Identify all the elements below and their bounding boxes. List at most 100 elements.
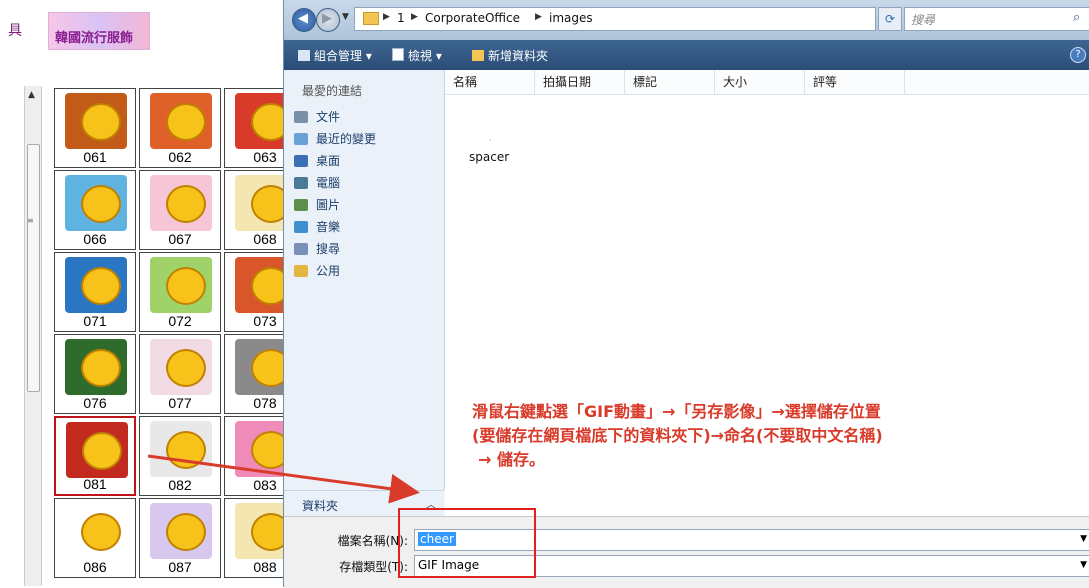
emoticon-face-icon (81, 267, 121, 305)
file-item-spacer[interactable]: spacer (469, 150, 509, 164)
column-name[interactable]: 名稱 (445, 70, 535, 94)
search-input[interactable]: 搜尋 ⌕ (904, 7, 1089, 31)
forward-button[interactable]: ▶ (316, 8, 340, 32)
emoticon-image (150, 257, 212, 313)
shop-banner[interactable]: 韓國流行服飾 (48, 12, 150, 50)
emoticon-face-icon (81, 349, 121, 387)
emoticon-face-icon (166, 349, 206, 387)
nav-item-5[interactable]: 音樂 (294, 218, 340, 238)
emoticon-face-icon (166, 267, 206, 305)
new-folder-icon (472, 50, 484, 61)
emoticon-number: 086 (83, 559, 107, 575)
emoticon-066[interactable]: 066 (54, 170, 136, 250)
history-dropdown-icon[interactable]: ▼ (342, 12, 349, 22)
emoticon-number: 066 (83, 231, 107, 247)
column-rating[interactable]: 評等 (805, 70, 905, 94)
views-icon (392, 48, 404, 61)
emoticon-image (150, 421, 212, 477)
page-scrollbar[interactable]: ▲ ≡ (24, 86, 42, 586)
emoticon-number: 082 (168, 477, 192, 493)
breadcrumb-separator-icon[interactable]: ▶ (383, 12, 390, 22)
instruction-line-1: 滑鼠右鍵點選「GIF動畫」→「另存影像」→選擇儲存位置 (472, 402, 881, 421)
emoticon-number: 062 (168, 149, 192, 165)
emoticon-face-icon (81, 103, 121, 141)
instruction-line-2: (要儲存在網頁檔底下的資料夾下)→命名(不要取中文名稱) (472, 426, 883, 445)
nav-item-label: 最近的變更 (316, 132, 377, 146)
nav-item-label: 搜尋 (316, 242, 341, 256)
scroll-up-icon[interactable]: ▲ (28, 90, 35, 100)
nav-item-4[interactable]: 圖片 (294, 196, 340, 216)
emoticon-number: 081 (83, 476, 107, 492)
nav-item-label: 音樂 (316, 220, 341, 234)
back-arrow-icon: ◀ (298, 11, 308, 26)
breadcrumb-corporateoffice[interactable]: CorporateOffice (425, 11, 520, 25)
views-label: 檢視 (408, 49, 433, 63)
nav-item-0[interactable]: 文件 (294, 108, 340, 128)
file-icon: · (489, 136, 492, 145)
navigation-pane: 最愛的連結 文件 最近的變更 桌面 電腦 圖片 音樂 搜尋 公用 (284, 70, 445, 490)
emoticon-086[interactable]: 086 (54, 498, 136, 578)
help-button[interactable]: ? (1070, 47, 1086, 63)
highlight-box (398, 508, 536, 578)
breadcrumb-separator-icon[interactable]: ▶ (411, 12, 418, 22)
nav-item-label: 公用 (316, 264, 341, 278)
views-button[interactable]: 檢視 ▾ (392, 47, 442, 64)
breadcrumb-separator-icon[interactable]: ▶ (535, 12, 542, 22)
nav-item-6[interactable]: 搜尋 (294, 240, 340, 260)
file-type-dropdown-icon[interactable]: ▼ (1080, 560, 1087, 570)
emoticon-number: 072 (168, 313, 192, 329)
column-date-taken[interactable]: 拍攝日期 (535, 70, 625, 94)
banner-text: 韓國流行服飾 (55, 31, 134, 46)
nav-item-3[interactable]: 電腦 (294, 174, 340, 194)
emoticon-076[interactable]: 076 (54, 334, 136, 414)
emoticon-image (65, 339, 127, 395)
emoticon-062[interactable]: 062 (139, 88, 221, 168)
emoticon-number: 071 (83, 313, 107, 329)
organize-label: 組合管理 (314, 49, 363, 63)
emoticon-image (65, 503, 127, 559)
new-folder-label: 新增資料夾 (488, 49, 549, 63)
folder-icon (363, 12, 379, 25)
nav-item-icon (294, 133, 308, 145)
emoticon-number: 076 (83, 395, 107, 411)
breadcrumb-images[interactable]: images (549, 11, 593, 25)
emoticon-image (65, 175, 127, 231)
column-size[interactable]: 大小 (715, 70, 805, 94)
nav-item-label: 文件 (316, 110, 341, 124)
emoticon-082[interactable]: 082 (139, 416, 221, 496)
new-folder-button[interactable]: 新增資料夾 (472, 47, 548, 64)
emoticon-image (150, 93, 212, 149)
side-label: 具 (8, 23, 22, 39)
emoticon-071[interactable]: 071 (54, 252, 136, 332)
refresh-button[interactable]: ⟳ (878, 7, 902, 31)
nav-item-icon (294, 199, 308, 211)
nav-item-2[interactable]: 桌面 (294, 152, 340, 172)
back-button[interactable]: ◀ (292, 8, 316, 32)
file-name-dropdown-icon[interactable]: ▼ (1080, 534, 1087, 544)
column-tags[interactable]: 標記 (625, 70, 715, 94)
emoticon-image (150, 175, 212, 231)
nav-item-icon (294, 243, 308, 255)
nav-item-label: 桌面 (316, 154, 341, 168)
organize-button[interactable]: 組合管理 ▾ (298, 47, 372, 64)
emoticon-face-icon (166, 513, 206, 551)
emoticon-067[interactable]: 067 (139, 170, 221, 250)
emoticon-number: 087 (168, 559, 192, 575)
address-bar-area: ◀ ▶ ▼ ▶ 1 ▶ CorporateOffice ▶ images ▼ ⟳… (284, 0, 1089, 40)
emoticon-077[interactable]: 077 (139, 334, 221, 414)
nav-item-7[interactable]: 公用 (294, 262, 340, 282)
address-field[interactable]: ▶ 1 ▶ CorporateOffice ▶ images ▼ (354, 7, 928, 31)
emoticon-number: 067 (168, 231, 192, 247)
search-icon[interactable]: ⌕ (1073, 10, 1080, 25)
emoticon-081[interactable]: 081 (54, 416, 136, 496)
emoticon-072[interactable]: 072 (139, 252, 221, 332)
save-as-dialog: ◀ ▶ ▼ ▶ 1 ▶ CorporateOffice ▶ images ▼ ⟳… (283, 0, 1089, 588)
emoticon-face-icon (81, 513, 121, 551)
scroll-thumb[interactable] (27, 144, 40, 392)
folders-label: 資料夾 (302, 499, 339, 513)
organize-icon (298, 50, 310, 61)
nav-item-1[interactable]: 最近的變更 (294, 130, 376, 150)
breadcrumb-1[interactable]: 1 (397, 11, 405, 25)
emoticon-061[interactable]: 061 (54, 88, 136, 168)
emoticon-087[interactable]: 087 (139, 498, 221, 578)
